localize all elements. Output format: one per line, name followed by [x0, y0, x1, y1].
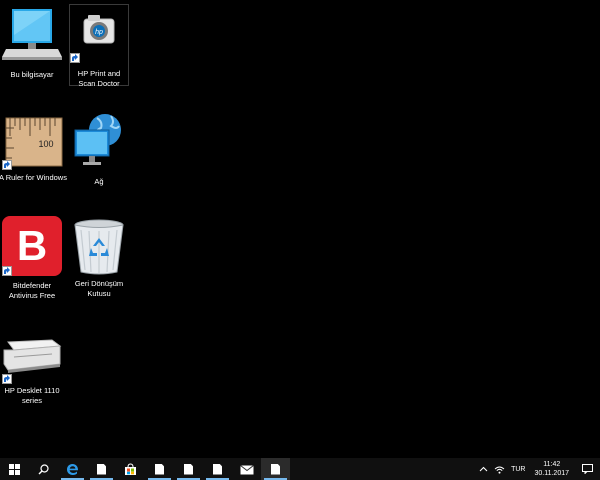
document-icon: [213, 463, 222, 475]
shortcut-arrow-icon: [70, 53, 80, 63]
search-button[interactable]: [29, 458, 58, 480]
network-label: Ağ: [94, 177, 104, 186]
svg-text:100: 100: [38, 139, 53, 149]
bitdefender-shortcut[interactable]: B Bitdefender Antivirus Free: [0, 216, 64, 301]
shortcut-arrow-icon: [2, 160, 12, 170]
recycle-bin-label: Geri Dönüşüm Kutusu: [74, 279, 124, 298]
language-indicator[interactable]: TUR: [508, 458, 528, 480]
shortcut-arrow-icon: [2, 266, 12, 276]
hp-desklet-label: HP Desklet 1110 series: [4, 386, 60, 405]
document-icon: [271, 463, 280, 475]
store-icon: [125, 462, 136, 475]
network-shortcut[interactable]: Ağ: [67, 112, 131, 187]
bitdefender-icon: B: [0, 216, 64, 278]
clock[interactable]: 11:42 30.11.2017: [528, 458, 575, 480]
ruler-for-windows-label: A Ruler for Windows: [0, 173, 67, 182]
document-icon: [155, 463, 164, 475]
hp-desklet-printer-shortcut[interactable]: HP Desklet 1110 series: [0, 330, 64, 406]
network-globe-icon: [67, 112, 131, 174]
document-icon: [97, 463, 106, 475]
recycle-bin-shortcut[interactable]: Geri Dönüşüm Kutusu: [67, 216, 131, 299]
document-icon: [184, 463, 193, 475]
windows-start-icon: [9, 463, 20, 475]
show-hidden-icons-button[interactable]: [476, 458, 491, 480]
mail-icon: [239, 464, 254, 474]
document-taskbar-button-3[interactable]: [174, 458, 203, 480]
chevron-up-icon: [479, 466, 488, 472]
start-button[interactable]: [0, 458, 29, 480]
document-taskbar-button-2[interactable]: [145, 458, 174, 480]
language-label: TUR: [511, 465, 526, 473]
edge-taskbar-button[interactable]: [58, 458, 87, 480]
hp-print-scan-doctor-label: HP Print and Scan Doctor: [77, 69, 121, 88]
wifi-icon: [494, 466, 505, 474]
ruler-for-windows-shortcut[interactable]: 100 A Ruler for Windows: [0, 114, 67, 183]
shortcut-arrow-icon: [2, 374, 12, 384]
action-center-button[interactable]: [575, 458, 600, 480]
search-icon: [38, 463, 49, 474]
edge-browser-icon: [67, 463, 79, 475]
hp-camera-icon: hp: [70, 5, 128, 63]
this-pc-shortcut[interactable]: Bu bilgisayar: [0, 5, 64, 80]
this-pc-label: Bu bilgisayar: [10, 70, 54, 79]
clock-time: 11:42: [543, 461, 561, 468]
document-taskbar-button-5[interactable]: [261, 458, 290, 480]
system-tray: TUR 11:42 30.11.2017: [476, 458, 600, 480]
wifi-button[interactable]: [491, 458, 508, 480]
computer-icon: [0, 5, 64, 67]
document-taskbar-button-4[interactable]: [203, 458, 232, 480]
printer-icon: [0, 330, 64, 384]
hp-print-scan-doctor-shortcut[interactable]: hp HP Print and Scan Doctor: [69, 4, 129, 88]
desktop[interactable]: Bu bilgisayar hp HP Print and Scan Docto…: [0, 0, 600, 458]
taskbar: TUR 11:42 30.11.2017: [0, 458, 600, 480]
clock-date: 30.11.2017: [534, 470, 569, 477]
notification-icon: [582, 464, 593, 474]
store-taskbar-button[interactable]: [116, 458, 145, 480]
mail-taskbar-button[interactable]: [232, 458, 261, 480]
document-taskbar-button-1[interactable]: [87, 458, 116, 480]
bitdefender-label: Bitdefender Antivirus Free: [8, 281, 56, 300]
ruler-icon: 100: [0, 114, 64, 170]
recycle-bin-icon: [67, 216, 131, 278]
svg-text:hp: hp: [95, 29, 103, 36]
